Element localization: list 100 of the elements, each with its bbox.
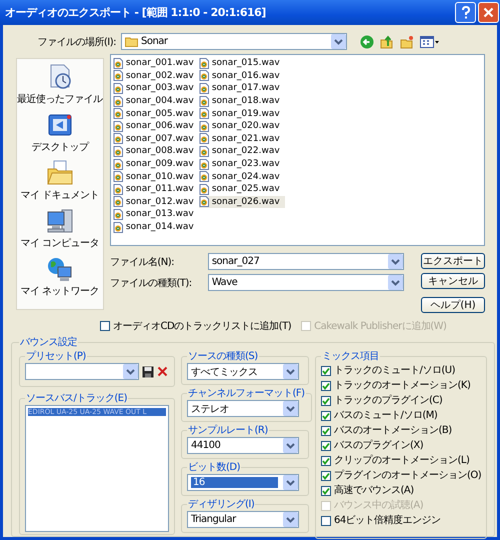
mix-checkbox[interactable]: バスのオートメーション(B) — [321, 424, 482, 437]
file-type-label: ファイルの種類(T): — [110, 276, 193, 290]
file-type-dropdown[interactable]: Wave — [208, 274, 404, 291]
audio-file-icon — [112, 120, 124, 132]
question-mark-icon — [460, 6, 470, 19]
mix-checkbox[interactable]: 高速でバウンス(A) — [321, 484, 482, 497]
file-item[interactable]: sonar_023.wav — [198, 158, 285, 170]
audio-file-icon — [198, 96, 210, 107]
audio-file-icon — [198, 133, 210, 144]
setting-dropdown[interactable]: すべてミックス — [187, 363, 299, 380]
file-item[interactable]: sonar_010.wav — [112, 170, 199, 183]
group-title: ディザリング(I) — [187, 498, 256, 511]
option-checkbox[interactable]: オーディオCDのトラックリストに追加(T) — [100, 319, 292, 333]
file-item[interactable]: sonar_012.wav — [112, 196, 199, 208]
mix-checkbox[interactable]: プラグインのオートメーション(O) — [321, 469, 482, 482]
audio-file-icon — [112, 133, 124, 144]
file-item[interactable]: sonar_013.wav — [112, 208, 199, 221]
file-name-field[interactable]: sonar_027 — [208, 253, 404, 270]
view-menu-icon[interactable] — [420, 34, 440, 48]
group-title: ソースの種類(S) — [187, 350, 259, 363]
audio-file-icon — [198, 82, 210, 94]
file-item[interactable]: sonar_018.wav — [198, 94, 285, 108]
location-label: ファイルの場所(I): — [36, 36, 116, 48]
file-item[interactable]: sonar_015.wav — [198, 57, 285, 70]
audio-file-icon — [112, 108, 124, 120]
setting-dropdown[interactable]: Triangular — [187, 511, 299, 528]
audio-file-icon — [112, 184, 124, 195]
file-item[interactable]: sonar_009.wav — [112, 158, 199, 170]
file-item[interactable]: sonar_014.wav — [112, 220, 199, 234]
file-item[interactable]: sonar_007.wav — [112, 132, 199, 146]
file-item[interactable]: sonar_011.wav — [112, 182, 199, 196]
file-item[interactable]: sonar_002.wav — [112, 70, 199, 82]
file-name-label: ファイル名(N): — [110, 256, 175, 268]
setting-dropdown[interactable]: 16 — [187, 474, 299, 491]
file-item[interactable]: sonar_026.wav — [198, 196, 285, 208]
file-item[interactable]: sonar_020.wav — [198, 120, 285, 133]
audio-file-icon — [198, 158, 210, 170]
dialog-button[interactable]: キャンセル — [421, 273, 485, 289]
close-icon — [483, 7, 494, 18]
file-item[interactable]: sonar_021.wav — [198, 132, 285, 146]
place-link[interactable]: マイ コンピュータ — [20, 236, 100, 250]
audio-file-icon — [198, 108, 210, 120]
place-link[interactable]: マイ ネットワーク — [20, 284, 100, 298]
group-title: サンプルレート(R) — [187, 424, 269, 437]
group-title: チャンネルフォーマット(F) — [187, 387, 306, 400]
save-icon[interactable] — [142, 366, 154, 378]
file-item[interactable]: sonar_024.wav — [198, 170, 285, 183]
mix-checkbox[interactable]: トラックのミュート/ソロ(U) — [321, 364, 482, 377]
delete-icon[interactable] — [157, 366, 168, 377]
computer-icon — [46, 207, 74, 235]
dialog-button[interactable]: エクスポート — [421, 253, 485, 269]
file-item[interactable]: sonar_008.wav — [112, 145, 199, 158]
audio-file-icon — [112, 82, 124, 94]
help-button[interactable] — [455, 2, 476, 23]
group-title: ビット数(D) — [187, 461, 242, 474]
window-title: オーディオのエクスポート - [範囲 1:1:0 - 20:1:616] — [5, 5, 267, 20]
group-title: ソースバス/トラック(E) — [25, 392, 128, 405]
audio-file-icon — [112, 171, 124, 182]
close-button[interactable] — [478, 2, 499, 23]
file-item[interactable]: sonar_006.wav — [112, 120, 199, 133]
audio-file-icon — [112, 208, 124, 220]
audio-file-icon — [112, 70, 124, 82]
file-item[interactable]: sonar_005.wav — [112, 107, 199, 120]
setting-dropdown[interactable]: 44100 — [187, 437, 299, 454]
mix-checkbox[interactable]: クリップのオートメーション(L) — [321, 454, 482, 467]
mix-checkbox[interactable]: トラックのオートメーション(K) — [321, 379, 482, 392]
location-dropdown[interactable]: Sonar — [121, 33, 347, 50]
audio-file-icon — [198, 196, 210, 208]
audio-file-icon — [198, 70, 210, 82]
mix-checkbox[interactable]: バスのミュート/ソロ(M) — [321, 409, 482, 422]
audio-file-icon — [198, 184, 210, 195]
dialog-button[interactable]: ヘルプ(H) — [421, 297, 485, 313]
file-item[interactable]: sonar_025.wav — [198, 182, 285, 196]
audio-file-icon — [112, 196, 124, 208]
mix-checkbox[interactable]: 64ビット倍精度エンジン — [321, 514, 482, 527]
file-item[interactable]: sonar_019.wav — [198, 107, 285, 120]
place-link[interactable]: マイ ドキュメント — [20, 188, 100, 202]
up-folder-icon[interactable] — [380, 34, 394, 48]
audio-file-icon — [112, 222, 124, 233]
file-item[interactable]: sonar_001.wav — [112, 57, 199, 70]
group-title: ミックス項目 — [321, 350, 380, 363]
audio-file-icon — [198, 58, 210, 69]
audio-file-icon — [112, 96, 124, 107]
audio-file-icon — [112, 58, 124, 69]
folder-document-icon — [46, 159, 74, 187]
file-item[interactable]: sonar_022.wav — [198, 145, 285, 158]
group-title: プリセット(P) — [25, 350, 87, 363]
folder-icon — [125, 36, 138, 47]
new-folder-icon[interactable] — [400, 34, 414, 48]
mix-checkbox[interactable]: トラックのプラグイン(C) — [321, 394, 482, 407]
file-item[interactable]: sonar_017.wav — [198, 82, 285, 95]
setting-dropdown[interactable]: ステレオ — [187, 400, 299, 417]
file-item[interactable]: sonar_003.wav — [112, 82, 199, 95]
back-icon[interactable] — [360, 34, 374, 48]
place-link[interactable]: 最近使ったファイル — [17, 92, 103, 106]
mix-checkbox[interactable]: バスのプラグイン(X) — [321, 439, 482, 452]
group-title: バウンス設定 — [19, 336, 78, 349]
place-link[interactable]: デスクトップ — [31, 140, 88, 154]
file-item[interactable]: sonar_004.wav — [112, 94, 199, 108]
file-item[interactable]: sonar_016.wav — [198, 70, 285, 82]
